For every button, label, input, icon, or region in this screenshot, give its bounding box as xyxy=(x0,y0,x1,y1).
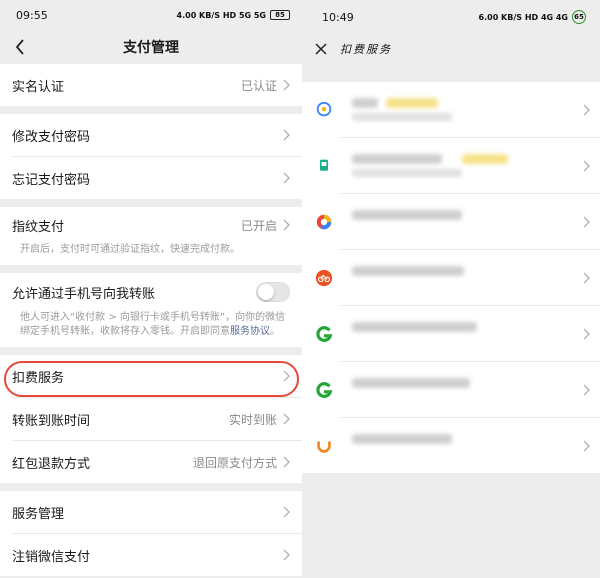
browser-icon xyxy=(314,212,334,232)
didi-icon xyxy=(314,436,334,456)
nav-bar: 支付管理 xyxy=(0,30,302,64)
chevron-right-icon xyxy=(283,129,290,141)
status-icons: 6.00 KB/S HD 4G 4G 65 xyxy=(479,10,586,24)
chevron-right-icon xyxy=(283,549,290,561)
bike-icon xyxy=(314,268,334,288)
row-label: 转账到账时间 xyxy=(12,413,91,429)
row-label: 指纹支付 xyxy=(12,219,65,235)
status-time: 10:49 xyxy=(322,10,354,24)
row-value: 退回原支付方式 xyxy=(192,455,277,470)
row-label: 允许通过手机号向我转账 xyxy=(12,286,156,302)
chevron-right-icon xyxy=(583,216,590,227)
chevron-right-icon xyxy=(583,160,590,171)
row-value: 已开启 xyxy=(240,218,277,233)
row-label: 忘记支付密码 xyxy=(12,172,91,188)
service-list xyxy=(302,82,600,473)
chevron-right-icon xyxy=(283,413,290,425)
group-deduction: 扣费服务 转账到账时间 实时到账 红包退款方式 退回原支付方式 xyxy=(0,355,302,483)
row-label: 服务管理 xyxy=(12,506,65,522)
page-title: 扣费服务 xyxy=(340,43,392,56)
row-real-name[interactable]: 实名认证 已认证 xyxy=(0,64,302,106)
row-value: 实时到账 xyxy=(228,412,277,427)
phone-transfer-description: 他人可进入“收付款 > 向银行卡或手机号转账”，向你的微信绑定手机号转账，收款将… xyxy=(0,311,302,347)
row-arrival-time[interactable]: 转账到账时间 实时到账 xyxy=(0,398,302,440)
status-bar: 10:49 6.00 KB/S HD 4G 4G 65 xyxy=(302,0,600,34)
row-label: 红包退款方式 xyxy=(12,456,91,472)
row-value: 已认证 xyxy=(240,78,277,93)
status-time: 09:55 xyxy=(16,8,48,22)
page-title: 支付管理 xyxy=(123,40,179,56)
row-label: 实名认证 xyxy=(12,79,65,95)
service-item[interactable] xyxy=(302,250,600,305)
group-real-name: 实名认证 已认证 xyxy=(0,64,302,106)
status-indicators: 6.00 KB/S HD 4G 4G xyxy=(478,12,568,22)
service-item[interactable] xyxy=(302,194,600,249)
payment-management-screen: 09:55 4.00 KB/S HD 5G 5G 85 支付管理 实名认证 已认… xyxy=(0,0,302,578)
nav-bar: 扣费服务 xyxy=(302,34,600,64)
group-password: 修改支付密码 忘记支付密码 xyxy=(0,114,302,199)
deduction-service-screen: 10:49 6.00 KB/S HD 4G 4G 65 扣费服务 xyxy=(302,0,600,578)
row-fingerprint[interactable]: 指纹支付 已开启 xyxy=(0,207,302,243)
row-red-packet-refund[interactable]: 红包退款方式 退回原支付方式 xyxy=(0,441,302,483)
app-icon xyxy=(314,156,334,176)
chevron-right-icon xyxy=(583,328,590,339)
row-service-manage[interactable]: 服务管理 xyxy=(0,491,302,533)
service-item[interactable] xyxy=(302,138,600,193)
group-phone-transfer: 允许通过手机号向我转账 他人可进入“收付款 > 向银行卡或手机号转账”，向你的微… xyxy=(0,273,302,347)
service-item[interactable] xyxy=(302,418,600,473)
row-label: 注销微信支付 xyxy=(12,549,91,565)
location-icon xyxy=(314,100,334,120)
phone-transfer-toggle[interactable] xyxy=(256,282,290,302)
battery-icon: 65 xyxy=(572,10,586,24)
chevron-right-icon xyxy=(283,506,290,518)
status-bar: 09:55 4.00 KB/S HD 5G 5G 85 xyxy=(0,0,302,30)
row-modify-password[interactable]: 修改支付密码 xyxy=(0,114,302,156)
chevron-right-icon xyxy=(583,272,590,283)
chevron-right-icon xyxy=(283,456,290,468)
group-service: 服务管理 注销微信支付 xyxy=(0,491,302,576)
g-logo-icon xyxy=(314,380,334,400)
row-cancel-pay[interactable]: 注销微信支付 xyxy=(0,534,302,576)
description-end: 。 xyxy=(270,326,280,337)
battery-icon: 85 xyxy=(270,10,290,20)
row-label: 扣费服务 xyxy=(12,370,65,386)
chevron-right-icon xyxy=(583,440,590,451)
service-agreement-link[interactable]: 服务协议 xyxy=(230,326,270,337)
close-icon[interactable] xyxy=(314,42,328,56)
chevron-right-icon xyxy=(283,172,290,184)
group-fingerprint: 指纹支付 已开启 开启后，支付时可通过验证指纹，快速完成付款。 xyxy=(0,207,302,265)
service-item[interactable] xyxy=(302,362,600,417)
chevron-right-icon xyxy=(283,370,290,382)
fingerprint-description: 开启后，支付时可通过验证指纹，快速完成付款。 xyxy=(20,244,240,255)
chevron-right-icon xyxy=(283,219,290,231)
service-item[interactable] xyxy=(302,306,600,361)
row-forgot-password[interactable]: 忘记支付密码 xyxy=(0,157,302,199)
status-indicators: 4.00 KB/S HD 5G 5G xyxy=(176,10,266,20)
row-phone-transfer: 允许通过手机号向我转账 xyxy=(0,273,302,311)
chevron-left-icon[interactable] xyxy=(10,37,30,57)
chevron-right-icon xyxy=(283,79,290,91)
chevron-right-icon xyxy=(583,104,590,115)
status-icons: 4.00 KB/S HD 5G 5G 85 xyxy=(177,10,290,20)
service-item[interactable] xyxy=(302,82,600,137)
row-deduction-service[interactable]: 扣费服务 xyxy=(0,355,302,397)
g-logo-icon xyxy=(314,324,334,344)
chevron-right-icon xyxy=(583,384,590,395)
screenshot-root: 09:55 4.00 KB/S HD 5G 5G 85 支付管理 实名认证 已认… xyxy=(0,0,600,578)
row-label: 修改支付密码 xyxy=(12,129,91,145)
